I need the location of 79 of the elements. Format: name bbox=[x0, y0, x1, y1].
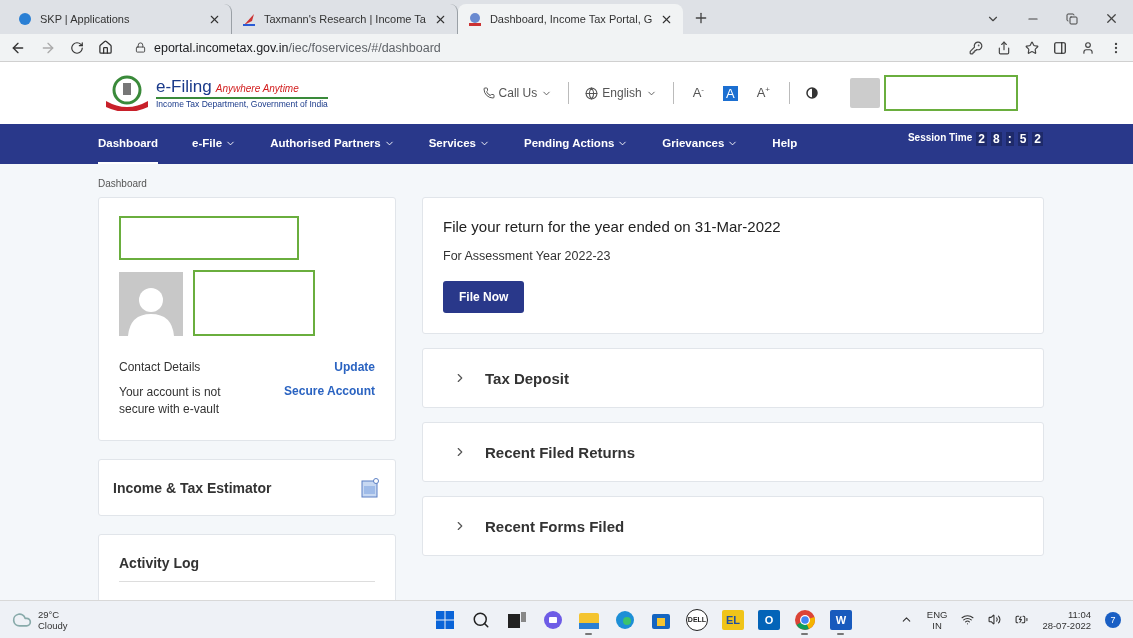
browser-tab[interactable]: Dashboard, Income Tax Portal, G bbox=[457, 4, 684, 34]
avatar-silhouette bbox=[119, 272, 183, 336]
word-icon[interactable]: W bbox=[830, 609, 852, 630]
call-us-menu[interactable]: Call Us bbox=[482, 86, 553, 100]
search-icon[interactable] bbox=[472, 610, 490, 629]
language-menu[interactable]: English bbox=[585, 86, 657, 100]
nav-menu-item[interactable]: e-File bbox=[192, 124, 237, 164]
section-title: Recent Forms Filed bbox=[485, 517, 625, 535]
app-tile-icon[interactable]: EL bbox=[722, 609, 744, 630]
contrast-icon[interactable] bbox=[806, 87, 818, 99]
nav-menu-item[interactable]: Dashboard bbox=[98, 124, 159, 164]
decrease-font-button[interactable]: A$^{-}$ bbox=[689, 85, 707, 101]
notification-badge[interactable]: 7 bbox=[1105, 611, 1121, 628]
nav-menu-item[interactable]: Authorised Partners bbox=[270, 124, 395, 164]
brand-name: e-Filing bbox=[156, 77, 212, 96]
input-region[interactable]: IN bbox=[932, 619, 942, 631]
input-language[interactable]: ENG bbox=[926, 608, 948, 620]
accordion-section[interactable]: Recent Forms Filed bbox=[422, 496, 1044, 556]
brand-tagline: Anywhere Anytime bbox=[215, 83, 299, 94]
department-name: Income Tax Department, Government of India bbox=[156, 97, 328, 109]
restore-icon[interactable] bbox=[1066, 12, 1078, 25]
estimator-title: Income & Tax Estimator bbox=[113, 479, 272, 496]
breadcrumb: Dashboard bbox=[98, 178, 148, 189]
key-icon[interactable] bbox=[969, 40, 983, 55]
globe-icon bbox=[585, 86, 599, 100]
nav-menu-item[interactable]: Services bbox=[428, 124, 490, 164]
nav-menu-item[interactable]: Grievances bbox=[662, 124, 739, 164]
weather-text: Cloudy bbox=[38, 619, 68, 631]
close-icon[interactable] bbox=[1104, 11, 1119, 26]
chrome-icon[interactable] bbox=[794, 608, 816, 631]
folder-icon[interactable] bbox=[579, 610, 599, 629]
clock-time[interactable]: 11:04 bbox=[1067, 608, 1091, 620]
share-icon[interactable] bbox=[997, 40, 1011, 55]
estimator-card[interactable]: Income & Tax Estimator bbox=[98, 459, 396, 516]
edge-icon[interactable] bbox=[615, 609, 635, 630]
phone-icon bbox=[482, 87, 495, 99]
home-icon[interactable] bbox=[98, 40, 113, 55]
session-time-digit: : bbox=[1005, 132, 1014, 146]
session-time-digit: 2 bbox=[976, 132, 987, 146]
start-icon[interactable] bbox=[436, 610, 454, 629]
file-return-title: File your return for the year ended on 31-Mar-2022 bbox=[443, 218, 781, 235]
session-time-label: Session Time bbox=[907, 132, 973, 143]
increase-font-button[interactable]: A$^{+}$ bbox=[753, 85, 773, 101]
assessment-year-text: For Assessment Year 2022-23 bbox=[443, 249, 611, 263]
normal-font-button[interactable]: A bbox=[723, 85, 738, 101]
reload-icon[interactable] bbox=[70, 40, 84, 55]
outlook-icon[interactable]: O bbox=[758, 609, 780, 630]
secure-account-link[interactable]: Secure Account bbox=[284, 384, 375, 398]
file-now-button[interactable]: File Now bbox=[443, 281, 525, 313]
wifi-icon[interactable] bbox=[961, 613, 975, 626]
session-time-digit: 5 bbox=[1017, 132, 1029, 146]
volume-icon[interactable] bbox=[988, 613, 1002, 626]
side-panel-icon[interactable] bbox=[1053, 40, 1067, 55]
contact-details-label: Contact Details bbox=[119, 360, 201, 374]
accordion-section[interactable]: Recent Filed Returns bbox=[422, 422, 1044, 482]
calculator-icon bbox=[361, 477, 379, 498]
security-warning-text: Your account is not secure with e-vault bbox=[119, 384, 222, 418]
bookmark-star-icon[interactable] bbox=[1025, 40, 1039, 55]
update-link[interactable]: Update bbox=[334, 360, 375, 374]
globe-icon bbox=[18, 12, 32, 26]
lock-icon bbox=[135, 42, 146, 53]
section-title: Recent Filed Returns bbox=[485, 443, 636, 461]
quill-icon bbox=[242, 12, 256, 26]
emblem-icon bbox=[467, 12, 482, 26]
nav-menu-item[interactable]: Pending Actions bbox=[524, 124, 629, 164]
session-time-digit: 2 bbox=[1032, 132, 1043, 146]
temperature: 29°C bbox=[38, 608, 61, 620]
avatar-placeholder bbox=[850, 78, 880, 108]
section-title: Tax Deposit bbox=[485, 369, 569, 387]
accordion-section[interactable]: Tax Deposit bbox=[422, 348, 1044, 408]
clock-date[interactable]: 28-07-2022 bbox=[1042, 619, 1091, 631]
profile-icon[interactable] bbox=[1081, 40, 1095, 55]
chat-icon[interactable] bbox=[543, 609, 563, 630]
battery-icon[interactable] bbox=[1015, 613, 1029, 626]
nav-menu-item[interactable]: Help bbox=[772, 124, 798, 164]
session-time-digit: 8 bbox=[990, 132, 1002, 146]
task-view-icon[interactable] bbox=[508, 611, 526, 628]
activity-log-title: Activity Log bbox=[119, 555, 375, 582]
emblem-logo-icon bbox=[104, 75, 150, 111]
